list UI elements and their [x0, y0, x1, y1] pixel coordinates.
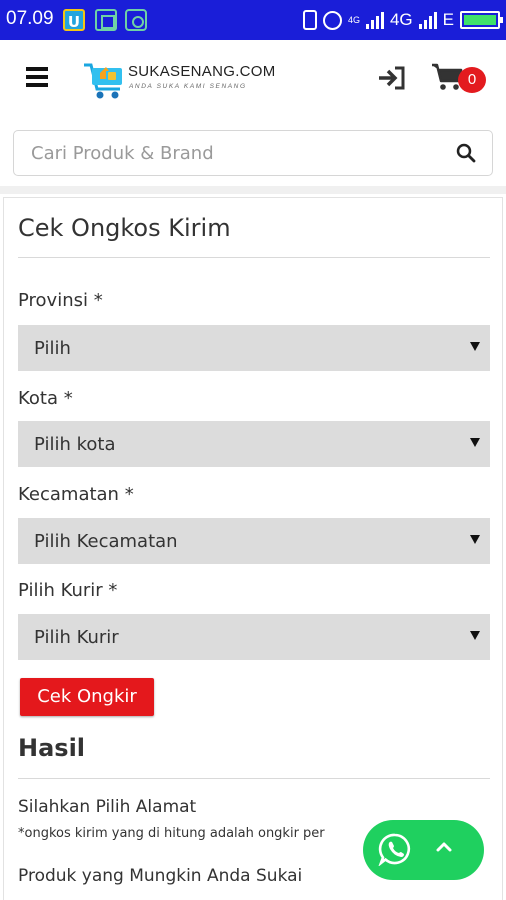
separator-band [0, 186, 506, 194]
floating-contact-widget [363, 820, 484, 880]
city-select[interactable]: Pilih kota [18, 421, 490, 467]
search-bar [13, 130, 493, 176]
app-header: SUKASENANG.COM ANDA SUKA KAMI SENANG 0 [0, 40, 506, 118]
district-label: Kecamatan * [18, 484, 134, 505]
login-icon[interactable] [376, 64, 408, 92]
courier-label: Pilih Kurir * [18, 580, 118, 601]
result-message: Silahkan Pilih Alamat [18, 797, 197, 817]
district-select-value: Pilih Kecamatan [34, 531, 178, 552]
network-small-label: 4G [347, 14, 360, 25]
scroll-to-top-icon[interactable] [433, 836, 455, 858]
logo[interactable]: SUKASENANG.COM ANDA SUKA KAMI SENANG [82, 57, 292, 103]
alarm-icon [322, 10, 342, 30]
search-input[interactable] [14, 131, 444, 175]
status-bar: 07.09 U 4G 4G E [0, 0, 506, 40]
city-label: Kota * [18, 388, 73, 409]
status-time: 07.09 [6, 8, 54, 29]
dropdown-arrow-icon [470, 342, 480, 351]
scan-icon [95, 9, 117, 31]
result-title: Hasil [18, 734, 86, 762]
recommendations-title: Produk yang Mungkin Anda Sukai [18, 866, 303, 886]
check-shipping-button[interactable]: Cek Ongkir [20, 678, 154, 716]
shipping-note: *ongkos kirim yang di hitung adalah ongk… [18, 826, 325, 841]
signal-icon [365, 11, 384, 29]
logo-cart-icon [84, 63, 122, 99]
u-app-icon: U [63, 9, 85, 31]
dropdown-arrow-icon [470, 535, 480, 544]
whatsapp-icon[interactable] [378, 832, 412, 866]
battery-icon [460, 11, 503, 29]
province-label: Provinsi * [18, 290, 103, 311]
result-divider [18, 778, 490, 779]
cast-icon [125, 9, 147, 31]
logo-tagline: ANDA SUKA KAMI SENANG [129, 83, 247, 90]
logo-text: SUKASENANG.COM [128, 63, 276, 80]
cart-count-badge: 0 [458, 67, 486, 93]
signal-icon-2 [418, 11, 437, 29]
network-type-label-2: E [442, 10, 454, 29]
search-icon[interactable] [456, 143, 476, 163]
dropdown-arrow-icon [470, 438, 480, 447]
network-type-label: 4G [389, 10, 413, 29]
vibrate-icon [302, 10, 317, 30]
courier-select[interactable]: Pilih Kurir [18, 614, 490, 660]
page-title: Cek Ongkos Kirim [18, 214, 231, 242]
menu-icon[interactable] [26, 67, 48, 87]
courier-select-value: Pilih Kurir [34, 627, 119, 648]
province-select[interactable]: Pilih [18, 325, 490, 371]
district-select[interactable]: Pilih Kecamatan [18, 518, 490, 564]
province-select-value: Pilih [34, 338, 71, 359]
dropdown-arrow-icon [470, 631, 480, 640]
city-select-value: Pilih kota [34, 434, 116, 455]
status-indicators: 4G 4G E [302, 8, 503, 32]
title-divider [18, 257, 490, 258]
